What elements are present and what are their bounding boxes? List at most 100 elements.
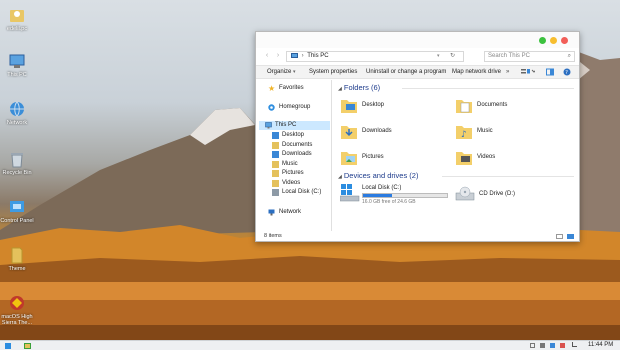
collapse-arrow-icon: ◢ [338,86,342,92]
view-options-icon[interactable] [521,68,537,80]
nav-label: Music [282,160,298,167]
nav-pictures[interactable]: Pictures [256,169,332,178]
nav-label: Desktop [282,132,305,138]
cd-drive-icon [455,186,475,201]
ribbon-toolbar: Organize ▾ System properties Uninstall o… [256,65,579,79]
organize-button[interactable]: Organize ▾ [267,68,296,77]
nav-label: Favorites [279,85,304,91]
desktop-icon-macos-theme[interactable]: macOS High Sierra The... [0,294,34,326]
drives-group-header[interactable]: ◢ Devices and drives (2) [338,171,418,180]
address-bar[interactable]: › This PC ▾ ↻ [286,51,464,62]
desktop-icon-network[interactable]: Network [0,100,34,126]
nav-label: Network [279,209,302,215]
overflow-chevron-icon[interactable]: » [506,68,509,77]
drive-icon [272,189,279,196]
breadcrumb-this-pc[interactable]: This PC [307,53,328,59]
item-count: 8 items [264,233,282,239]
back-arrow-icon[interactable]: ‹ [263,52,271,60]
folder-documents[interactable]: Documents [455,96,555,118]
windows-drive-icon [340,184,360,202]
pictures-folder-icon [341,152,357,165]
collapse-arrow-icon: ◢ [338,174,342,180]
nav-label: Documents [282,141,313,148]
system-properties-button[interactable]: System properties [309,68,357,77]
status-bar: 8 items [256,231,579,242]
computer-icon [8,52,26,70]
preview-pane-icon[interactable] [546,68,554,80]
folder-label: Music [477,128,493,134]
tray-icon[interactable] [530,343,535,348]
desktop-icon-label: Network [6,120,28,126]
title-bar[interactable] [256,32,579,48]
refresh-icon[interactable]: ↻ [450,52,455,61]
folder-pictures[interactable]: Pictures [340,148,440,170]
drive-name: Local Disk (C:) [362,185,402,191]
search-placeholder: Search This PC [488,53,530,59]
volume-icon[interactable] [560,343,565,348]
nav-this-pc[interactable]: This PC [259,121,330,130]
help-icon[interactable]: ? [563,68,571,80]
chevron-down-icon[interactable]: ▾ [437,52,440,61]
disk-usage-fill [363,194,393,197]
drive-free-space: 16.0 GB free of 24.6 GB [362,199,416,205]
folder-music[interactable]: ♪ Music [455,122,555,144]
folder-videos[interactable]: Videos [455,148,555,170]
network-tray-icon[interactable] [572,342,577,347]
homegroup-icon [268,104,275,111]
user-folder-icon [8,6,26,24]
minimize-button[interactable] [550,37,557,44]
folder-label: Videos [477,154,496,160]
nav-music[interactable]: Music [256,160,332,169]
svg-text:?: ? [565,70,568,76]
search-input[interactable]: Search This PC ⌕ [484,51,575,62]
tray-icon[interactable] [550,343,555,348]
breadcrumb-separator: › [301,53,304,59]
nav-local-disk[interactable]: Local Disk (C:) [256,188,332,197]
tray-icon[interactable] [540,343,545,348]
start-button[interactable] [5,343,11,349]
nav-homegroup[interactable]: Homegroup [256,103,332,112]
drive-local-disk[interactable]: Local Disk (C:) 16.0 GB free of 24.6 GB [340,184,460,206]
desktop-icon-user[interactable]: edelil.pc [0,6,34,32]
folder-downloads[interactable]: Downloads [340,122,440,144]
recycle-bin-icon [8,150,26,168]
drive-name: CD Drive (D:) [479,191,515,197]
videos-icon [272,179,279,187]
folder-label: Desktop [362,102,385,108]
navigation-pane: ★ Favorites Homegroup This PC Desktop Do… [256,80,332,231]
computer-icon [265,122,272,129]
divider [402,88,574,89]
forward-arrow-icon[interactable]: › [274,52,282,60]
nav-network[interactable]: Network [256,208,332,217]
desktop-icon-this-pc[interactable]: This PC [0,52,34,78]
file-explorer-taskbar-icon[interactable] [24,343,31,349]
nav-label: Videos [282,179,301,186]
documents-folder-icon [456,100,472,113]
desktop-icon-theme[interactable]: Theme [0,246,34,272]
nav-label: Downloads [282,151,312,157]
nav-desktop[interactable]: Desktop [256,131,332,140]
uninstall-program-button[interactable]: Uninstall or change a program [366,68,446,77]
large-icons-view-icon[interactable] [567,234,574,239]
details-view-icon[interactable] [556,234,563,239]
close-button[interactable] [561,37,568,44]
desktop-icon-recycle-bin[interactable]: Recycle Bin [0,150,34,176]
clock[interactable]: 11:44 PM [588,341,613,350]
downloads-icon [272,151,279,158]
nav-favorites[interactable]: ★ Favorites [256,84,332,93]
maximize-button[interactable] [539,37,546,44]
theme-icon [8,294,26,312]
nav-downloads[interactable]: Downloads [256,150,332,159]
nav-documents[interactable]: Documents [256,141,332,150]
nav-videos[interactable]: Videos [256,179,332,188]
desktop-folder-icon [341,100,357,113]
folder-desktop[interactable]: Desktop [340,96,440,118]
map-network-drive-button[interactable]: Map network drive [452,68,501,77]
folders-group-header[interactable]: ◢ Folders (6) [338,83,380,92]
pictures-icon [272,170,279,177]
documents-icon [272,141,279,149]
search-icon: ⌕ [567,53,571,59]
content-pane: ◢ Folders (6) Desktop Documents Downloads… [334,80,579,231]
desktop-icon-control-panel[interactable]: Control Panel [0,198,34,224]
drive-cd[interactable]: CD Drive (D:) [455,186,565,206]
